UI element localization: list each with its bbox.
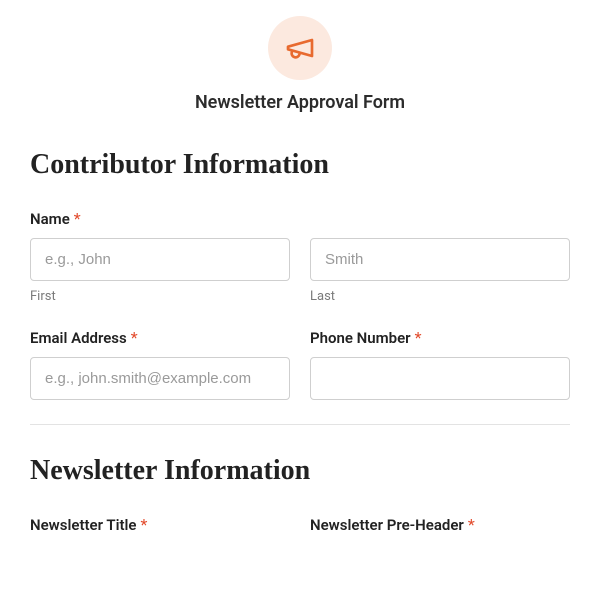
newsletter-title-label: Newsletter Title (30, 516, 136, 534)
required-marker: * (131, 328, 138, 347)
phone-input[interactable] (310, 357, 570, 400)
form-title: Newsletter Approval Form (30, 92, 570, 113)
required-marker: * (415, 328, 422, 347)
name-field-group: Name * First Last (30, 209, 570, 304)
email-label: Email Address (30, 329, 127, 347)
email-input[interactable] (30, 357, 290, 400)
megaphone-icon (268, 16, 332, 80)
section-divider (30, 424, 570, 425)
phone-label: Phone Number (310, 329, 411, 347)
form-header: Newsletter Approval Form (30, 16, 570, 113)
name-label: Name (30, 210, 70, 228)
last-name-sublabel: Last (310, 289, 570, 304)
first-name-sublabel: First (30, 289, 290, 304)
section-heading-contributor: Contributor Information (30, 149, 570, 181)
first-name-input[interactable] (30, 238, 290, 281)
required-marker: * (74, 209, 81, 228)
last-name-input[interactable] (310, 238, 570, 281)
required-marker: * (140, 515, 147, 534)
section-heading-newsletter: Newsletter Information (30, 455, 570, 487)
required-marker: * (468, 515, 475, 534)
newsletter-preheader-label: Newsletter Pre-Header (310, 516, 464, 534)
